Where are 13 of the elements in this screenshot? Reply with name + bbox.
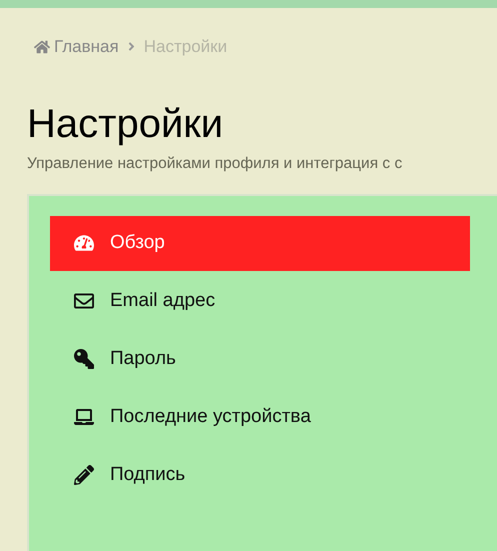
page-title: Настройки bbox=[26, 100, 224, 148]
key-icon bbox=[74, 349, 94, 370]
pencil-icon bbox=[74, 465, 94, 486]
home-icon bbox=[34, 38, 50, 55]
menu-item[interactable]: Последние устройства bbox=[50, 390, 470, 445]
laptop-icon bbox=[74, 407, 94, 428]
menu-item[interactable]: Email адрес bbox=[50, 274, 470, 329]
menu-item[interactable]: Обзор bbox=[50, 216, 470, 271]
menu-item[interactable]: Пароль bbox=[50, 332, 470, 387]
menu-item[interactable]: Подпись bbox=[50, 448, 470, 503]
page-subtitle: Управление настройками профиля и интеграция с с bbox=[26, 154, 404, 174]
gauge-icon bbox=[74, 233, 94, 254]
envelope-icon bbox=[74, 291, 94, 312]
